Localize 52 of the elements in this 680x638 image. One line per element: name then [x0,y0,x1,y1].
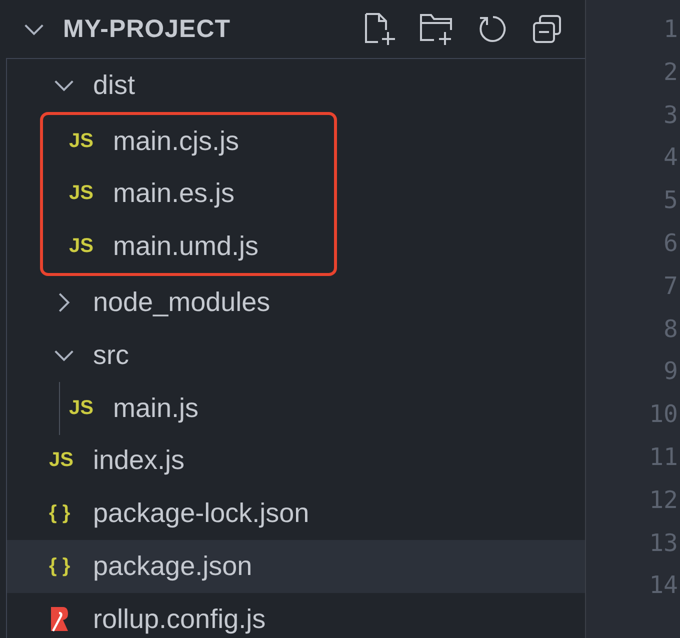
chevron-icon[interactable] [53,348,75,362]
chevron-icon[interactable] [58,292,70,314]
file-type-icon: JS [69,182,94,206]
file-name: index.js [93,445,185,476]
file-type-icon: JS [69,130,94,153]
file-name: main.es.js [113,178,235,210]
tree-item[interactable]: JS main.umd.js [7,220,334,274]
line-number: 11 [649,442,678,473]
tree-item[interactable]: JS main.js [7,382,585,435]
tree-item[interactable]: JS index.js [7,434,585,488]
file-type-icon: JS [49,449,74,472]
project-title: MY-PROJECT [63,14,231,44]
file-type-icon: JS [69,396,94,420]
file-name: node_modules [93,287,270,318]
line-number: 3 [664,100,678,131]
collapse-all-icon[interactable] [531,13,563,45]
line-number: 12 [649,484,678,516]
file-type-icon: JS [69,235,94,258]
line-number: 6 [664,228,678,259]
tree-item[interactable]: dist [7,59,585,112]
new-file-icon[interactable] [363,12,397,46]
file-name: package.json [93,551,252,582]
tree-item[interactable]: JS main.cjs.js [7,114,334,168]
tree-item[interactable]: JS main.es.js [7,168,334,220]
file-type-icon: { } [49,555,70,578]
line-number: 14 [649,570,678,602]
file-type-icon: { } [49,502,70,526]
file-name: main.cjs.js [113,126,240,157]
file-name: package-lock.json [93,498,310,530]
file-name: rollup.config.js [93,604,266,635]
line-number: 10 [649,399,678,430]
file-name: main.js [113,392,199,424]
tree-item[interactable]: rollup.config.js [7,592,585,638]
file-name: src [93,340,129,371]
tree-item[interactable]: node_modules [7,276,585,329]
line-number: 2 [664,56,678,88]
new-folder-icon[interactable] [419,12,455,46]
chevron-icon[interactable] [23,22,45,36]
line-number: 1 [664,14,678,45]
line-number: 5 [664,185,678,216]
line-number: 9 [664,356,678,388]
tree-item[interactable]: { } package-lock.json [7,487,585,540]
line-number: 4 [664,142,678,174]
tree-item[interactable]: { } package.json [7,540,585,593]
line-number: 13 [649,528,678,559]
line-number: 8 [664,314,678,345]
file-name: main.umd.js [113,231,259,262]
rollup-icon [49,605,69,634]
chevron-icon[interactable] [53,78,75,92]
tree-item[interactable]: src [7,328,585,382]
file-name: dist [93,70,136,101]
line-number: 7 [664,270,678,302]
